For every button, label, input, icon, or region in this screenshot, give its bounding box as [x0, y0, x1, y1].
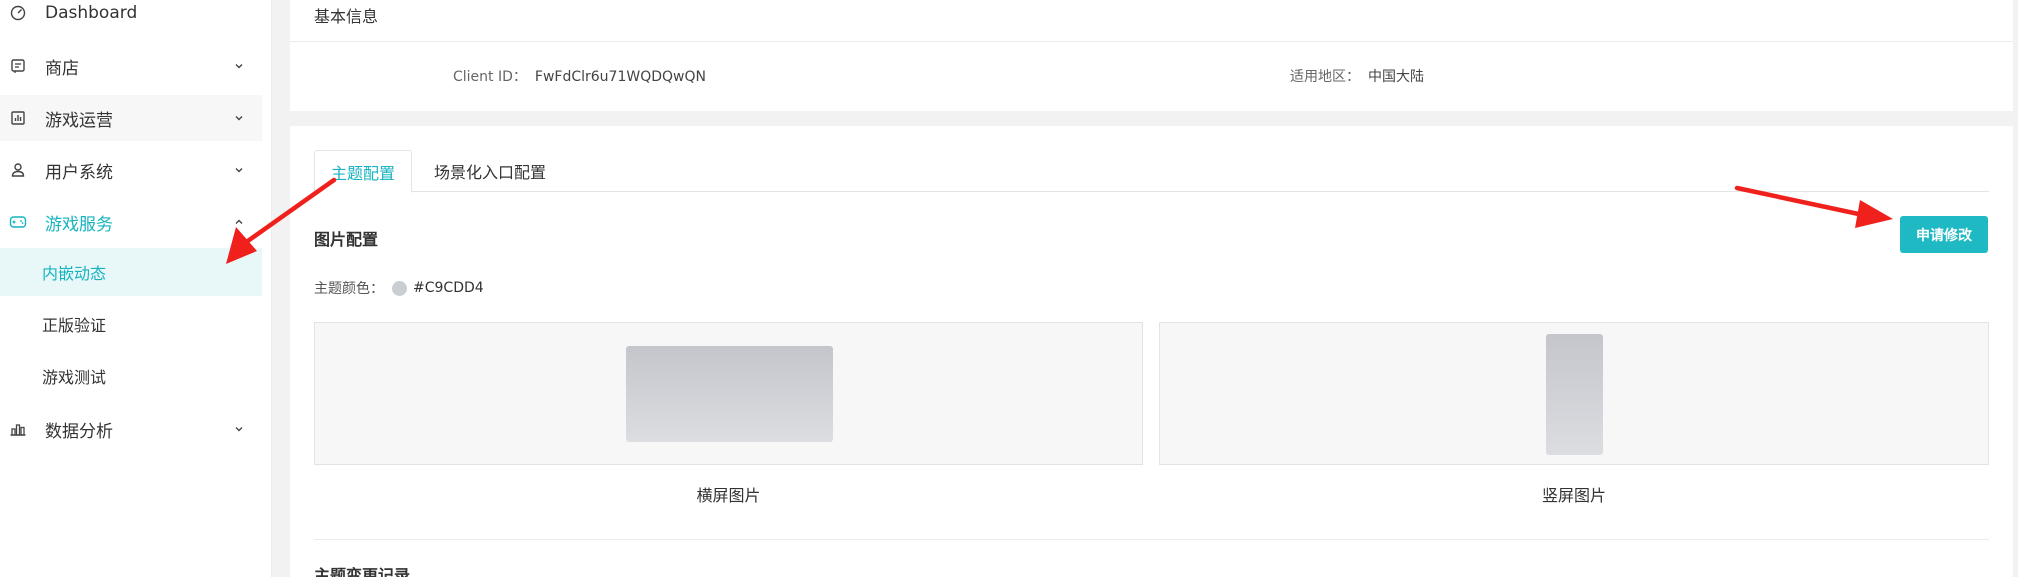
tab-scene-entry-config[interactable]: 场景化入口配置: [412, 150, 568, 192]
theme-color-value: #C9CDD4: [413, 280, 484, 296]
sidebar-item-user-system[interactable]: 用户系统: [0, 147, 262, 193]
sidebar-item-label: 游戏服务: [45, 214, 113, 235]
sidebar: Dashboard 商店 游戏运营 用户系统 游戏服务 内嵌动态 正版验证 游戏…: [0, 0, 272, 577]
chevron-down-icon: [232, 163, 246, 177]
region-value: 中国大陆: [1368, 69, 1424, 85]
tab-theme-config[interactable]: 主题配置: [314, 150, 412, 193]
sidebar-subitem-embedded-moments[interactable]: 内嵌动态: [0, 248, 262, 296]
color-swatch: [392, 280, 407, 296]
basic-info-card: 基本信息 Client ID： FwFdClr6u71WQDQwQN 适用地区： 中…: [290, 0, 2013, 111]
sidebar-item-label: 游戏运营: [45, 110, 113, 131]
client-id-label: Client ID：: [453, 69, 527, 85]
chevron-down-icon: [232, 111, 246, 125]
sidebar-item-label: 商店: [45, 58, 79, 79]
analytics-icon: [9, 420, 27, 438]
sidebar-item-label: 数据分析: [45, 421, 113, 442]
gamepad-icon: [9, 213, 27, 231]
sidebar-item-label: Dashboard: [45, 3, 138, 23]
sidebar-subitem-game-testing[interactable]: 游戏测试: [0, 352, 262, 400]
landscape-image-caption: 横屏图片: [696, 486, 761, 505]
sidebar-subitem-license-verify[interactable]: 正版验证: [0, 300, 262, 348]
chart-icon: [9, 109, 27, 127]
basic-info-title: 基本信息: [314, 7, 379, 26]
store-icon: [9, 57, 27, 75]
client-id-value: FwFdClr6u71WQDQwQN: [534, 69, 706, 85]
divider: [290, 41, 2013, 42]
chevron-down-icon: [232, 422, 246, 436]
theme-config-card: 主题配置 场景化入口配置 图片配置 申请修改 主题颜色： #C9CDD4 横屏图…: [290, 126, 2013, 577]
image-config-title: 图片配置: [314, 230, 379, 249]
portrait-image-caption: 竖屏图片: [1541, 486, 1606, 505]
sidebar-item-store[interactable]: 商店: [0, 43, 262, 89]
gauge-icon: [9, 4, 27, 22]
user-icon: [9, 161, 27, 179]
sidebar-subitem-label: 内嵌动态: [42, 264, 107, 283]
client-id-field: Client ID： FwFdClr6u71WQDQwQN: [453, 66, 706, 86]
divider: [314, 539, 1989, 540]
sidebar-item-label: 用户系统: [45, 162, 113, 183]
sidebar-subitem-label: 游戏测试: [42, 368, 107, 387]
sidebar-item-data-analysis[interactable]: 数据分析: [0, 406, 262, 452]
region-field: 适用地区： 中国大陆: [1290, 66, 1424, 86]
portrait-image-placeholder: [1546, 334, 1603, 455]
theme-color-row: 主题颜色： #C9CDD4: [314, 278, 484, 298]
chevron-down-icon: [232, 59, 246, 73]
portrait-image-preview[interactable]: [1159, 322, 1989, 465]
sidebar-item-game-ops[interactable]: 游戏运营: [0, 95, 262, 141]
sidebar-subitem-label: 正版验证: [42, 316, 107, 335]
theme-change-record-title: 主题变更记录: [314, 566, 411, 577]
apply-modify-button[interactable]: 申请修改: [1900, 216, 1988, 253]
chevron-up-icon: [232, 215, 246, 229]
theme-color-label: 主题颜色：: [314, 281, 384, 297]
tab-bar: 主题配置 场景化入口配置: [314, 150, 1989, 193]
landscape-image-placeholder: [626, 346, 833, 442]
landscape-image-preview[interactable]: [314, 322, 1143, 465]
sidebar-item-dashboard[interactable]: Dashboard: [0, 0, 262, 36]
sidebar-item-game-services[interactable]: 游戏服务: [0, 199, 262, 245]
region-label: 适用地区：: [1290, 69, 1360, 85]
